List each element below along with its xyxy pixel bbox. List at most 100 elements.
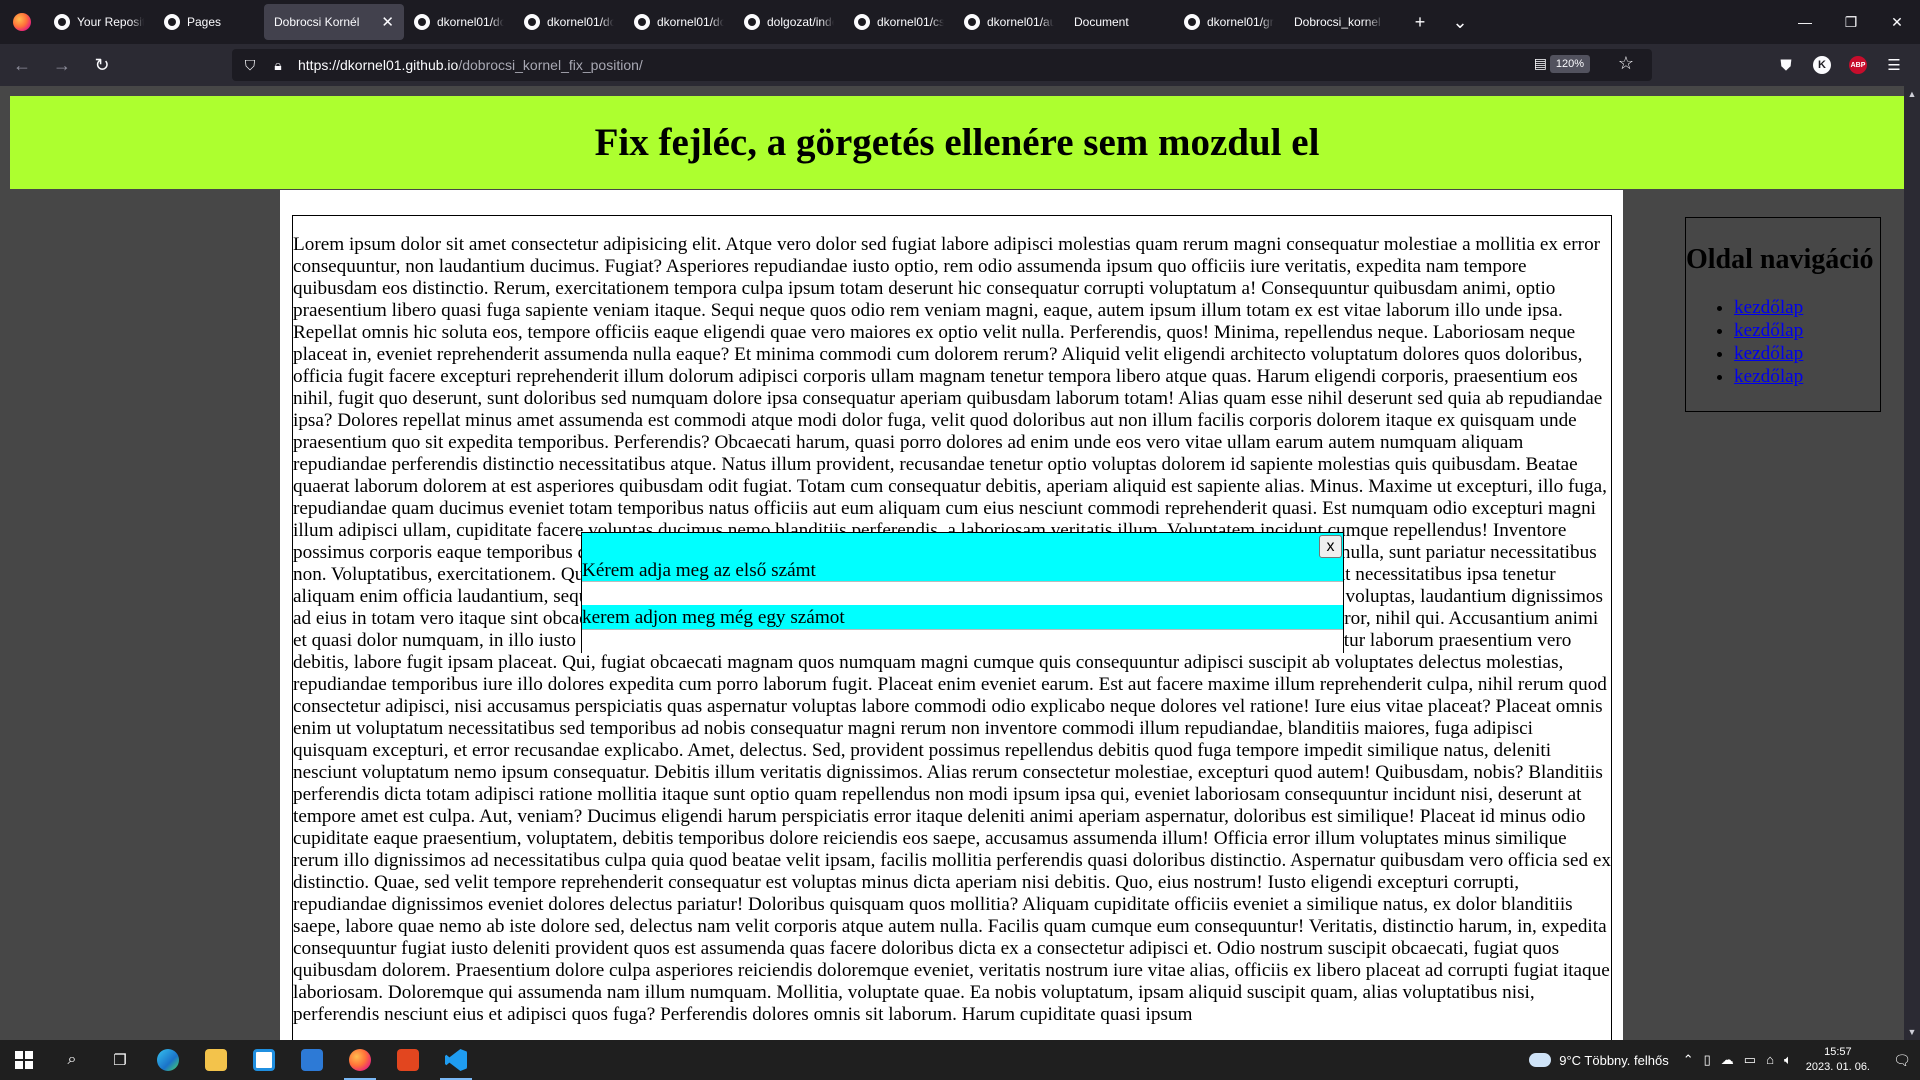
office-icon[interactable]: [384, 1040, 432, 1080]
forward-icon[interactable]: →: [44, 49, 80, 81]
github-icon: [1184, 14, 1200, 30]
account-avatar[interactable]: K: [1813, 56, 1831, 74]
tab-label: Dobrocsi Kornél: [274, 15, 360, 29]
tab-label: dkornel01/auto: [987, 15, 1054, 29]
reader-view-icon[interactable]: ▤: [1534, 55, 1547, 72]
new-tab-button[interactable]: +: [1400, 4, 1440, 40]
browser-tab[interactable]: Dobrocsi Kornél ✕: [264, 4, 404, 40]
scroll-down-arrow-icon[interactable]: ▼: [1904, 1024, 1920, 1040]
file-explorer-icon[interactable]: [192, 1040, 240, 1080]
browser-tab[interactable]: dolgozat/index.h: [734, 4, 844, 40]
github-icon: [524, 14, 540, 30]
weather-widget[interactable]: 9°C Többny. felhős: [1526, 1048, 1669, 1068]
firefox-taskbar-icon[interactable]: [336, 1040, 384, 1080]
url-host: https://dkornel01.github.io: [298, 57, 459, 73]
sidenav-item: kezdőlap: [1734, 319, 1880, 342]
toolbar-extensions: ⛊ K ABP ☰: [1768, 44, 1912, 86]
close-window-icon[interactable]: ✕: [1874, 0, 1920, 44]
browser-tab[interactable]: Your Repositories: [44, 4, 154, 40]
github-icon: [414, 14, 430, 30]
tab-label: dolgozat/index.h: [767, 15, 834, 29]
navigation-toolbar: ← → ↻ ⛉ 🔒︎ https://dkornel01.github.io/d…: [0, 44, 1920, 86]
adblock-plus-icon[interactable]: ABP: [1849, 56, 1867, 74]
github-icon: [854, 14, 870, 30]
edge-icon[interactable]: [144, 1040, 192, 1080]
browser-tab[interactable]: dkornel01/grid4: [1174, 4, 1284, 40]
browser-tab[interactable]: Pages: [154, 4, 264, 40]
battery-icon[interactable]: ▭: [1744, 1052, 1756, 1068]
vscode-icon[interactable]: [432, 1040, 480, 1080]
github-icon: [164, 14, 180, 30]
browser-tab[interactable]: Document: [1064, 4, 1174, 40]
second-number-input[interactable]: [582, 629, 1343, 653]
sidenav-title: Oldal navigáció: [1686, 244, 1874, 275]
tab-label: Pages: [187, 15, 222, 29]
shield-icon[interactable]: ⛉: [236, 57, 264, 74]
windows-taskbar: ⌕ ❐ 9°C Többny. felhős ⌃ ▯ ☁ ▭ ⌂ 🔈︎ 15:5…: [0, 1040, 1920, 1080]
minimize-icon[interactable]: —: [1782, 0, 1828, 44]
sidenav-link-home[interactable]: kezdőlap: [1734, 343, 1803, 364]
browser-tab[interactable]: dkornel01/auto: [954, 4, 1064, 40]
url-text[interactable]: https://dkornel01.github.io/dobrocsi_kor…: [298, 57, 643, 73]
dialog-close-button[interactable]: x: [1319, 535, 1342, 558]
mail-icon[interactable]: [288, 1040, 336, 1080]
page-viewport: Fix fejléc, a görgetés ellenére sem mozd…: [0, 86, 1920, 1040]
search-icon[interactable]: ⌕: [48, 1040, 96, 1080]
address-bar[interactable]: ⛉ 🔒︎ https://dkornel01.github.io/dobrocs…: [232, 49, 1652, 81]
tab-label: dkornel01/dobro: [437, 15, 504, 29]
lock-icon[interactable]: 🔒︎: [264, 57, 292, 74]
store-icon[interactable]: [240, 1040, 288, 1080]
network-icon[interactable]: ⌂: [1766, 1052, 1774, 1068]
side-navigation: Oldal navigáció kezdőlap kezdőlap kezdől…: [1685, 217, 1881, 412]
vertical-scrollbar[interactable]: ▲ ▼: [1904, 86, 1920, 1040]
sidenav-link-home[interactable]: kezdőlap: [1734, 297, 1803, 318]
tab-label: dkornel01/csapat: [877, 15, 944, 29]
second-number-label: kerem adjon meg még egy számot: [582, 607, 845, 628]
close-tab-icon[interactable]: ✕: [381, 13, 394, 31]
browser-tab[interactable]: dkornel01/csapat: [844, 4, 954, 40]
reload-icon[interactable]: ↻: [84, 49, 120, 81]
fixed-header: Fix fejléc, a görgetés ellenére sem mozd…: [10, 96, 1904, 189]
weather-text: 9°C Többny. felhős: [1559, 1052, 1669, 1068]
sidenav-item: kezdőlap: [1734, 342, 1880, 365]
notifications-icon[interactable]: 🗨︎: [1884, 1052, 1920, 1069]
github-icon: [54, 14, 70, 30]
zoom-level-button[interactable]: 120%: [1549, 55, 1590, 73]
firefox-menu-icon[interactable]: [0, 0, 44, 44]
sidenav-item: kezdőlap: [1734, 365, 1880, 388]
pocket-icon[interactable]: ⛊: [1768, 57, 1804, 74]
sidenav-item: kezdőlap: [1734, 296, 1880, 319]
tab-label: Dobrocsi_kornel: [1294, 15, 1381, 29]
tab-label: dkornel01/grid4: [1207, 15, 1274, 29]
tab-label: dkornel01/dolgoz: [657, 15, 724, 29]
start-button[interactable]: [0, 1040, 48, 1080]
back-icon[interactable]: ←: [4, 49, 40, 81]
chevron-up-icon[interactable]: ⌃: [1683, 1052, 1694, 1068]
github-icon: [744, 14, 760, 30]
system-tray: 9°C Többny. felhős ⌃ ▯ ☁ ▭ ⌂ 🔈︎ 15:57 202…: [1526, 1040, 1920, 1080]
browser-tab[interactable]: dkornel01/dolgoz: [624, 4, 734, 40]
first-number-label: Kérem adja meg az első számt: [582, 560, 816, 581]
volume-icon[interactable]: 🔈︎: [1784, 1052, 1792, 1068]
bookmark-star-icon[interactable]: ☆: [1618, 53, 1634, 74]
scroll-up-arrow-icon[interactable]: ▲: [1904, 86, 1920, 102]
onedrive-icon[interactable]: ☁: [1721, 1052, 1734, 1068]
sidenav-link-home[interactable]: kezdőlap: [1734, 366, 1803, 387]
first-number-input[interactable]: [582, 581, 1343, 605]
browser-tab[interactable]: dkornel01/dobro: [404, 4, 514, 40]
list-all-tabs-button[interactable]: ⌄: [1440, 4, 1480, 40]
sidenav-link-home[interactable]: kezdőlap: [1734, 320, 1803, 341]
task-view-icon[interactable]: ❐: [96, 1040, 144, 1080]
browser-tab-strip: Your Repositories Pages Dobrocsi Kornél ✕ dk…: [0, 0, 1920, 44]
github-icon: [964, 14, 980, 30]
clock[interactable]: 15:57 2023. 01. 06.: [1806, 1045, 1870, 1075]
browser-tab[interactable]: Dobrocsi_kornel: [1284, 4, 1394, 40]
tab-label: Document: [1074, 15, 1129, 29]
page-title: Fix fejléc, a görgetés ellenére sem mozd…: [594, 121, 1320, 164]
restore-icon[interactable]: ❐: [1828, 0, 1874, 44]
tab-label: Your Repositories: [77, 15, 144, 29]
number-input-dialog: x Kérem adja meg az első számt kerem adj…: [581, 532, 1344, 653]
phone-link-icon[interactable]: ▯: [1704, 1052, 1711, 1068]
hamburger-menu-icon[interactable]: ☰: [1876, 56, 1912, 74]
browser-tab[interactable]: dkornel01/dobro: [514, 4, 624, 40]
